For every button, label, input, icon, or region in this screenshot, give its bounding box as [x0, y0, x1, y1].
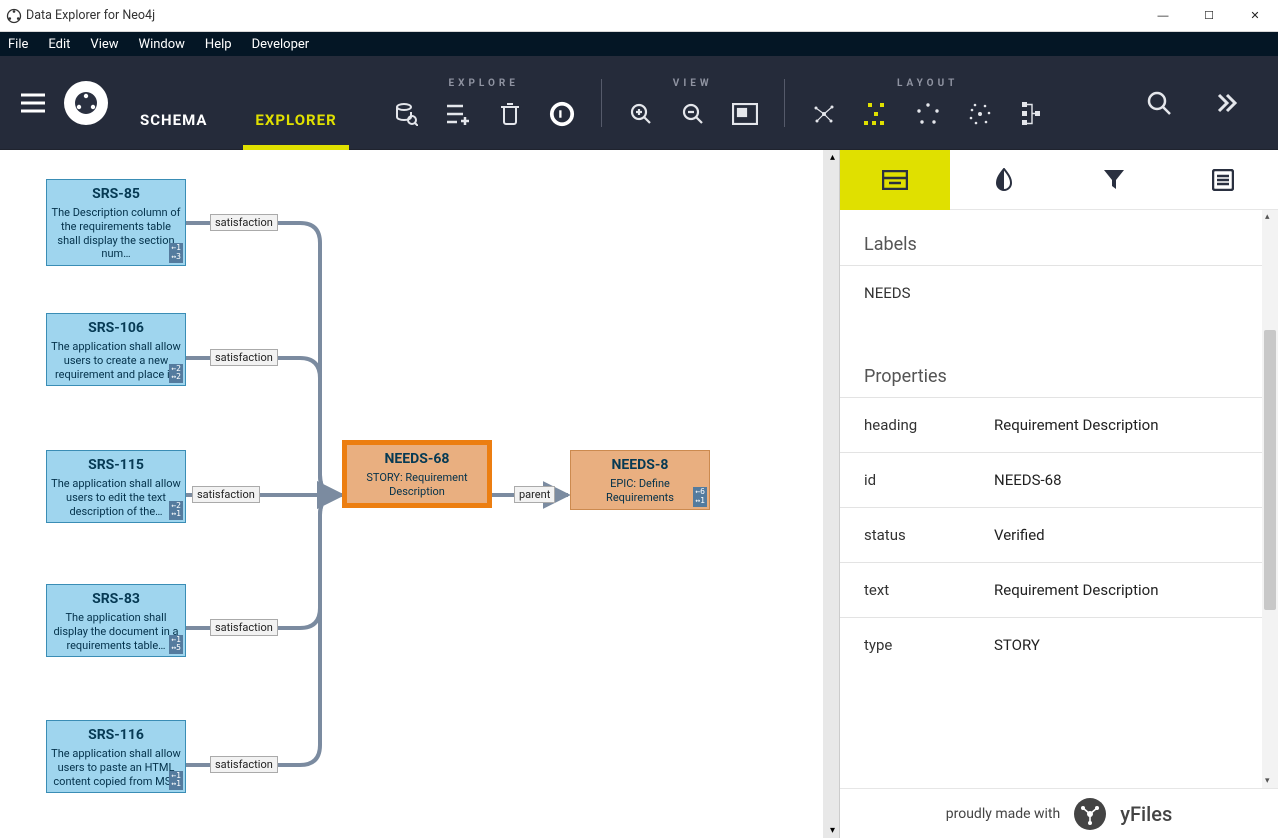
db-search-icon[interactable] — [393, 101, 419, 127]
graph-canvas[interactable]: SRS-85 The Description column of the req… — [0, 150, 840, 838]
layout-radial-icon[interactable] — [967, 101, 993, 127]
window-title: Data Explorer for Neo4j — [26, 8, 155, 23]
edge-label: satisfaction — [210, 214, 278, 231]
edge-label: satisfaction — [192, 486, 260, 503]
tab-explorer[interactable]: EXPLORER — [251, 111, 340, 149]
close-button[interactable]: ✕ — [1232, 0, 1278, 32]
zoom-in-icon[interactable] — [628, 101, 654, 127]
menu-bar: File Edit View Window Help Developer — [0, 32, 1278, 56]
menu-edit[interactable]: Edit — [48, 37, 70, 52]
node-srs-116[interactable]: SRS-116 The application shall allow user… — [46, 720, 186, 793]
delete-icon[interactable] — [497, 101, 523, 127]
fit-icon[interactable] — [732, 101, 758, 127]
panel-tab-style[interactable] — [950, 150, 1060, 209]
layout-hierarchic-icon[interactable] — [863, 101, 889, 127]
node-srs-85[interactable]: SRS-85 The Description column of the req… — [46, 179, 186, 266]
node-srs-115[interactable]: SRS-115 The application shall allow user… — [46, 450, 186, 523]
maximize-button[interactable]: ☐ — [1186, 0, 1232, 32]
app-logo[interactable] — [64, 81, 108, 125]
add-list-icon[interactable] — [445, 101, 471, 127]
property-row: headingRequirement Description — [840, 397, 1278, 452]
node-srs-106[interactable]: SRS-106 The application shall allow user… — [46, 313, 186, 386]
panel-tab-list[interactable] — [1169, 150, 1278, 209]
canvas-vertical-scrollbar[interactable]: ▴ ▾ — [829, 150, 839, 838]
edge-label: satisfaction — [210, 619, 278, 636]
labels-value: NEEDS — [864, 284, 994, 302]
panel-tab-filter[interactable] — [1059, 150, 1169, 209]
panel-vertical-scrollbar[interactable]: ▴ ▾ — [1262, 210, 1278, 788]
group-label-view: VIEW — [673, 78, 713, 89]
node-needs-68[interactable]: NEEDS-68 STORY: Requirement Description — [342, 440, 492, 508]
menu-view[interactable]: View — [90, 37, 118, 52]
property-row: typeSTORY — [840, 617, 1278, 672]
panel-footer: proudly made with yFiles — [840, 788, 1278, 838]
properties-heading: Properties — [840, 342, 1278, 397]
expand-icon[interactable] — [1214, 90, 1240, 116]
menu-developer[interactable]: Developer — [252, 37, 310, 52]
edge-label: satisfaction — [210, 756, 278, 773]
labels-heading: Labels — [840, 210, 1278, 265]
edge-label: parent — [514, 486, 555, 503]
layout-circular-icon[interactable] — [915, 101, 941, 127]
group-label-layout: LAYOUT — [897, 78, 958, 89]
minimize-button[interactable]: — — [1140, 0, 1186, 32]
layout-organic-icon[interactable] — [811, 101, 837, 127]
node-needs-8[interactable]: NEEDS-8 EPIC: Define Requirements ←6↔1 — [570, 450, 710, 510]
zoom-out-icon[interactable] — [680, 101, 706, 127]
menu-file[interactable]: File — [8, 37, 28, 52]
node-srs-83[interactable]: SRS-83 The application shall display the… — [46, 584, 186, 657]
main-toolbar: SCHEMA EXPLORER EXPLORE VIEW LAYOUT — [0, 56, 1278, 150]
circle-play-icon[interactable] — [549, 101, 575, 127]
property-row: idNEEDS-68 — [840, 452, 1278, 507]
app-icon — [6, 8, 22, 24]
panel-tab-details[interactable] — [840, 150, 950, 209]
menu-help[interactable]: Help — [205, 37, 232, 52]
search-icon[interactable] — [1146, 90, 1172, 116]
property-row: statusVerified — [840, 507, 1278, 562]
group-label-explore: EXPLORE — [448, 78, 518, 89]
edge-label: satisfaction — [210, 349, 278, 366]
tab-schema[interactable]: SCHEMA — [136, 111, 211, 149]
yfiles-logo-icon — [1074, 798, 1106, 830]
menu-window[interactable]: Window — [139, 37, 185, 52]
details-panel: Labels NEEDS Properties headingRequireme… — [840, 150, 1278, 838]
layout-tree-icon[interactable] — [1019, 101, 1045, 127]
hamburger-icon[interactable] — [20, 90, 46, 116]
property-row: textRequirement Description — [840, 562, 1278, 617]
